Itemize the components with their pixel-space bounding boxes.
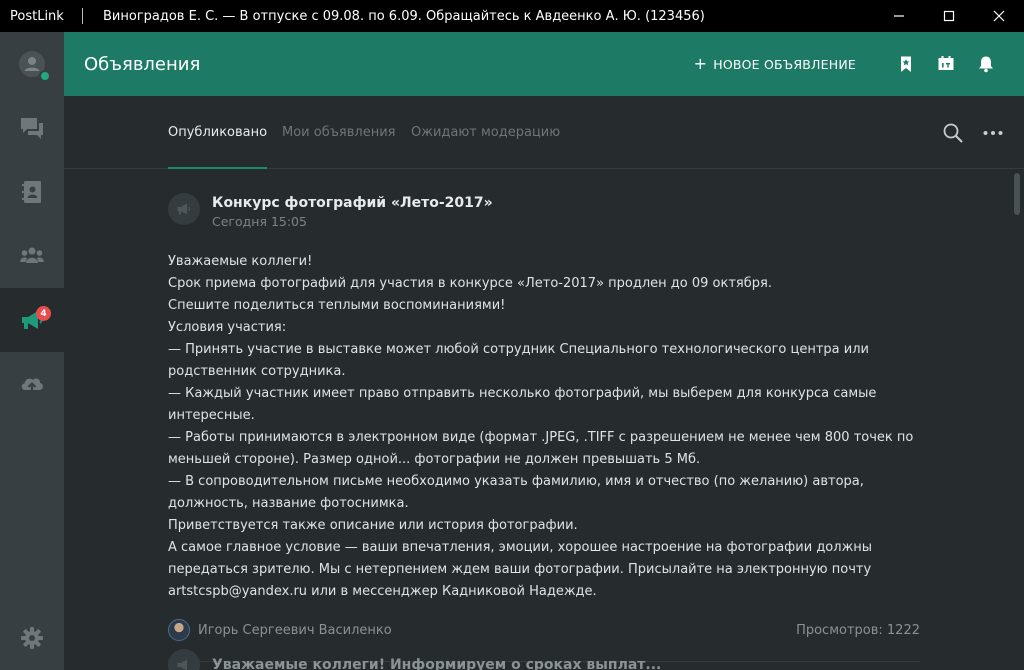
body-paragraph: Приветствуется также описание или истори…: [168, 518, 578, 533]
nav-rail: 4: [0, 32, 64, 670]
tab-my-announcements[interactable]: Мои объявления: [282, 96, 395, 168]
rail-item-groups[interactable]: [0, 224, 64, 288]
tab-tools: [940, 120, 1006, 146]
announcement-time: Сегодня 15:05: [212, 214, 307, 229]
rail-item-settings[interactable]: [0, 606, 64, 670]
body-paragraph: — Работы принимаются в электронном виде …: [168, 430, 914, 467]
body-paragraph: Спешите поделиться теплыми воспоминаниям…: [168, 298, 506, 313]
author-name: Игорь Сергеевич Василенко: [198, 622, 392, 638]
body-paragraph: — Принять участие в выставке может любой…: [168, 342, 869, 379]
rail-item-contacts[interactable]: [0, 160, 64, 224]
announcement-avatar: [168, 649, 200, 670]
body-paragraph: Уважаемые коллеги!: [168, 254, 313, 269]
notifications-button[interactable]: [966, 44, 1006, 84]
author-avatar: [168, 619, 190, 641]
close-icon: [993, 10, 1005, 22]
announcement-header: Конкурс фотографий «Лето-2017» Сегодня 1…: [168, 193, 920, 229]
bookmarks-button[interactable]: [886, 44, 926, 84]
body-paragraph: — В сопроводительном письме необходимо у…: [168, 474, 864, 511]
views-count: Просмотров: 1222: [796, 622, 920, 638]
calendar-button[interactable]: [926, 44, 966, 84]
announcement-card[interactable]: Конкурс фотографий «Лето-2017» Сегодня 1…: [168, 193, 920, 662]
title-separator: [82, 8, 83, 24]
online-indicator: [39, 70, 51, 82]
announcements-feed[interactable]: Конкурс фотографий «Лето-2017» Сегодня 1…: [64, 169, 1024, 670]
more-options-button[interactable]: [980, 120, 1006, 146]
rail-item-uploads[interactable]: [0, 352, 64, 416]
announcement-title[interactable]: Конкурс фотографий «Лето-2017»: [212, 195, 493, 211]
minimize-icon: [894, 15, 904, 17]
announcement-card[interactable]: Уважаемые коллеги! Информируем о сроках …: [168, 649, 920, 670]
tab-published[interactable]: Опубликовано: [168, 96, 268, 169]
new-announcement-label: НОВОЕ ОБЪЯВЛЕНИЕ: [713, 56, 856, 72]
announcement-title[interactable]: Уважаемые коллеги! Информируем о сроках …: [212, 657, 661, 670]
megaphone-icon: [177, 203, 191, 215]
new-announcement-button[interactable]: + НОВОЕ ОБЪЯВЛЕНИЕ: [693, 54, 856, 73]
page-title: Объявления: [84, 53, 201, 75]
bookmark-icon: [901, 56, 911, 72]
chat-bubbles-icon: [21, 118, 43, 139]
plus-icon: +: [693, 54, 708, 73]
tab-awaiting-moderation[interactable]: Ожидают модерацию: [411, 96, 560, 168]
announcement-avatar: [168, 193, 200, 225]
search-icon: [943, 123, 963, 143]
calendar-icon: [938, 56, 954, 70]
app-name: PostLink: [10, 8, 64, 24]
rail-item-profile[interactable]: [0, 32, 64, 96]
unread-badge: 4: [36, 306, 51, 321]
user-status-text: Виноградов Е. С. — В отпуске с 09.08. по…: [103, 8, 705, 24]
megaphone-icon: [177, 659, 187, 670]
gear-icon: [21, 627, 43, 649]
body-paragraph: Условия участия:: [168, 320, 287, 335]
address-book-icon: [22, 181, 41, 203]
maximize-icon: [943, 10, 955, 22]
maximize-button[interactable]: [924, 0, 974, 32]
group-icon: [20, 247, 44, 263]
feed-scrollbar[interactable]: [1014, 173, 1020, 215]
more-dots-icon: [983, 131, 1003, 135]
search-button[interactable]: [940, 120, 966, 146]
minimize-button[interactable]: [874, 0, 924, 32]
body-paragraph: А самое главное условие — ваши впечатлен…: [168, 540, 873, 599]
body-paragraph: — Каждый участник имеет право отправить …: [168, 386, 877, 423]
author-link[interactable]: Игорь Сергеевич Василенко: [168, 619, 392, 641]
announcement-body: Уважаемые коллеги! Срок приема фотографи…: [168, 251, 920, 603]
body-paragraph: Срок приема фотографий для участия в кон…: [168, 276, 772, 291]
rail-item-chats[interactable]: [0, 96, 64, 160]
cloud-upload-icon: [21, 378, 43, 393]
close-button[interactable]: [974, 0, 1024, 32]
rail-item-announcements[interactable]: 4: [0, 288, 64, 352]
bell-icon: [979, 56, 993, 73]
title-bar: PostLink Виноградов Е. С. — В отпуске с …: [0, 0, 1024, 32]
tabs-bar: Опубликовано Мои объявления Ожидают моде…: [64, 96, 1024, 169]
page-header: Объявления + НОВОЕ ОБЪЯВЛЕНИЕ: [64, 32, 1024, 96]
